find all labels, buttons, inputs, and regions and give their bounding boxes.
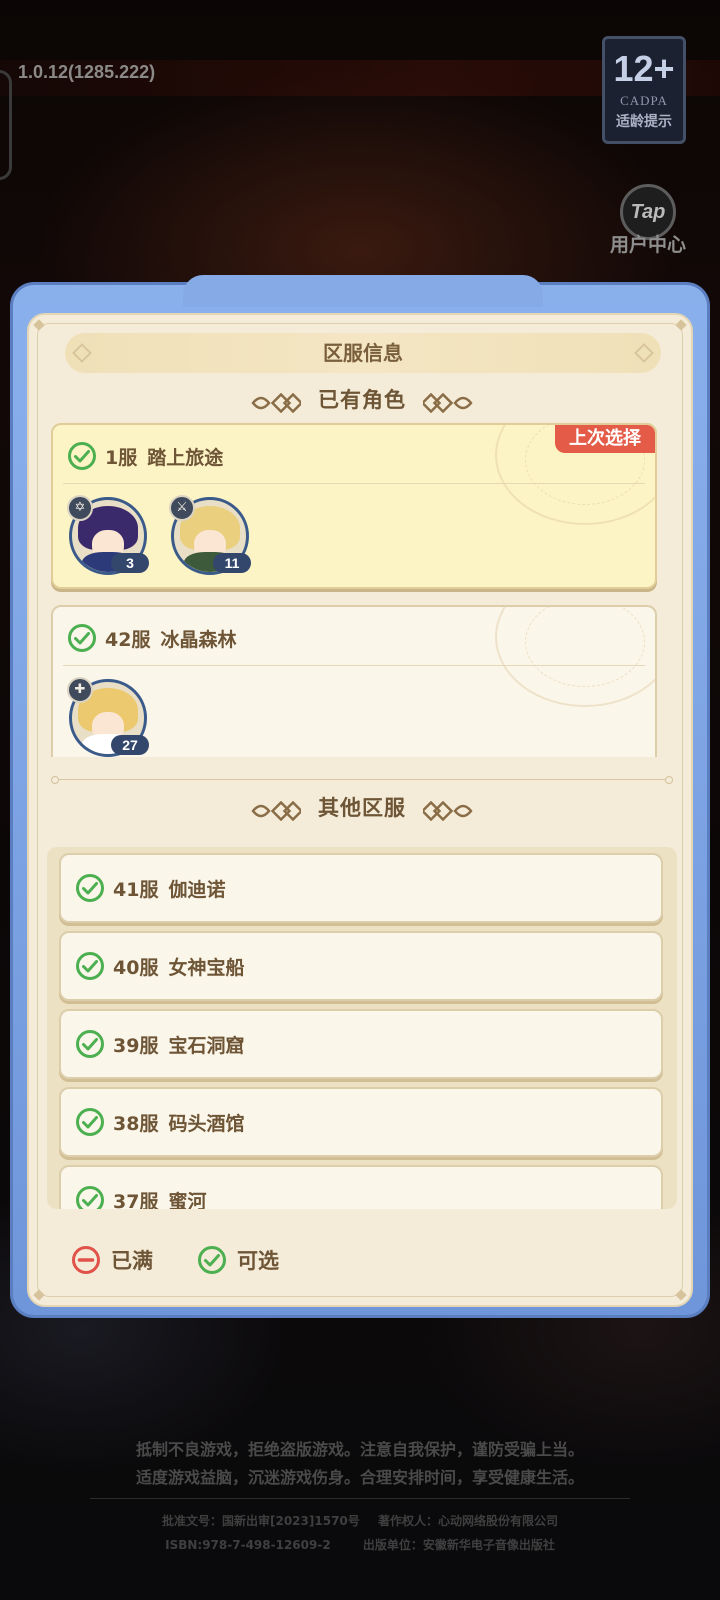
legend-full-label: 已满 [111,1249,153,1273]
age-rating-org: CADPA [620,93,668,108]
isbn: ISBN:978-7-498-12609-2 [165,1538,331,1552]
publication-info-row: 批准文号：国新出审[2023]1570号 著作权人：心动网络股份有限公司 [0,1509,720,1533]
server-header: 1服 踏上旅途 [67,439,223,473]
server-row[interactable]: 40服 女神宝船 [59,931,663,1001]
right-ornament-icon [423,392,473,413]
divider-line [59,779,665,780]
server-number: 37服 [113,1190,159,1210]
character-avatar[interactable]: ⚔ 11 [169,495,251,575]
character-avatar[interactable]: ✚ 27 [67,677,149,757]
card-divider [63,665,645,666]
left-ornament-icon [251,800,301,821]
character-avatar[interactable]: ✡ 3 [67,495,149,575]
available-check-icon [76,1186,104,1209]
health-notice-footer: 抵制不良游戏，拒绝盗版游戏。注意自我保护，谨防受骗上当。 适度游戏益脑，沉迷游戏… [0,1436,720,1557]
other-servers-list[interactable]: 41服 伽迪诺 40服 女神宝船 39服 宝石洞窟 38服 码头酒馆 37服 蜜… [47,847,677,1209]
user-center-button[interactable]: Tap 用户中心 [606,184,690,260]
available-check-icon [76,1030,104,1058]
version-label: 1.0.12(1285.222) [18,62,156,82]
age-rating-badge[interactable]: 12+ CADPA 适龄提示 [602,36,686,144]
corner-ornament [675,319,687,331]
health-warning-line: 抵制不良游戏，拒绝盗版游戏。注意自我保护，谨防受骗上当。 [135,1440,584,1459]
age-rating-number: 12+ [613,48,675,89]
status-legend: 已满 可选 [71,1243,323,1277]
corner-ornament [33,319,45,331]
available-check-icon [76,874,104,902]
divider-end [665,776,673,784]
full-status-icon [72,1246,100,1274]
publication-info-row: ISBN:978-7-498-12609-2 出版单位：安徽新华电子音像出版社 [0,1533,720,1557]
legend-available-label: 可选 [237,1249,279,1273]
last-selected-badge: 上次选择 [555,425,655,453]
server-number: 40服 [113,956,159,979]
corner-ornament [33,1289,45,1301]
others-section-heading: 其他区服 [29,793,695,823]
left-edge-frame [0,70,12,180]
dialog-panel: 区服信息 已有角色 1服 踏上旅途 上次选择 ✡ 3 ⚔ 11 42服 冰晶森林… [27,313,693,1307]
available-check-icon [76,952,104,980]
server-name: 蜜河 [168,1190,207,1210]
owned-section-title: 已有角色 [318,388,406,412]
character-level: 11 [213,553,251,573]
approval-number: 批准文号：国新出审[2023]1570号 [162,1514,360,1528]
user-center-label: 用户中心 [609,234,686,256]
dialog-title-bar: 区服信息 [65,333,661,373]
age-rating-hint: 适龄提示 [616,114,672,130]
server-info-dialog: 区服信息 已有角色 1服 踏上旅途 上次选择 ✡ 3 ⚔ 11 42服 冰晶森林… [10,275,710,1318]
owned-server-card[interactable]: 1服 踏上旅途 上次选择 ✡ 3 ⚔ 11 [51,423,657,589]
available-check-icon [68,624,96,652]
divider-end [51,776,59,784]
legend-full: 已满 [71,1245,153,1275]
available-check-icon [68,442,96,470]
owned-section-heading: 已有角色 [29,385,695,415]
diamond-icon [634,343,654,363]
footer-divider [90,1498,630,1499]
server-number: 1服 [105,446,138,469]
corner-ornament [675,1289,687,1301]
available-check-icon [76,1108,104,1136]
character-level: 3 [111,553,149,573]
server-name: 冰晶森林 [160,628,237,651]
server-row[interactable]: 37服 蜜河 [59,1165,663,1209]
server-name: 码头酒馆 [168,1112,245,1135]
available-check-icon [198,1246,226,1274]
owned-server-card[interactable]: 42服 冰晶森林 ✚ 27 [51,605,657,757]
diamond-icon [72,343,92,363]
left-ornament-icon [251,392,301,413]
right-ornament-icon [423,800,473,821]
others-section-title: 其他区服 [318,796,406,820]
star-class-icon: ✡ [67,495,93,521]
server-header: 42服 冰晶森林 [67,621,236,655]
publisher: 出版单位：安徽新华电子音像出版社 [362,1538,555,1552]
server-row[interactable]: 38服 码头酒馆 [59,1087,663,1157]
server-number: 38服 [113,1112,159,1135]
server-number: 42服 [105,628,151,651]
section-divider [51,775,673,785]
server-number: 39服 [113,1034,159,1057]
server-name: 伽迪诺 [168,878,226,901]
server-row[interactable]: 41服 伽迪诺 [59,853,663,923]
dialog-title: 区服信息 [323,341,403,365]
sword-class-icon: ⚔ [169,495,195,521]
server-name: 宝石洞窟 [168,1034,245,1057]
server-number: 41服 [113,878,159,901]
copyright-holder: 著作权人：心动网络股份有限公司 [377,1514,558,1528]
server-name: 女神宝船 [168,956,245,979]
health-warning-line: 适度游戏益脑，沉迷游戏伤身。合理安排时间，享受健康生活。 [135,1468,584,1487]
legend-available: 可选 [197,1245,279,1275]
server-name: 踏上旅途 [147,446,224,469]
server-row[interactable]: 39服 宝石洞窟 [59,1009,663,1079]
cross-class-icon: ✚ [67,677,93,703]
character-level: 27 [111,735,149,755]
card-divider [63,483,645,484]
dialog-top-tab [183,275,543,307]
